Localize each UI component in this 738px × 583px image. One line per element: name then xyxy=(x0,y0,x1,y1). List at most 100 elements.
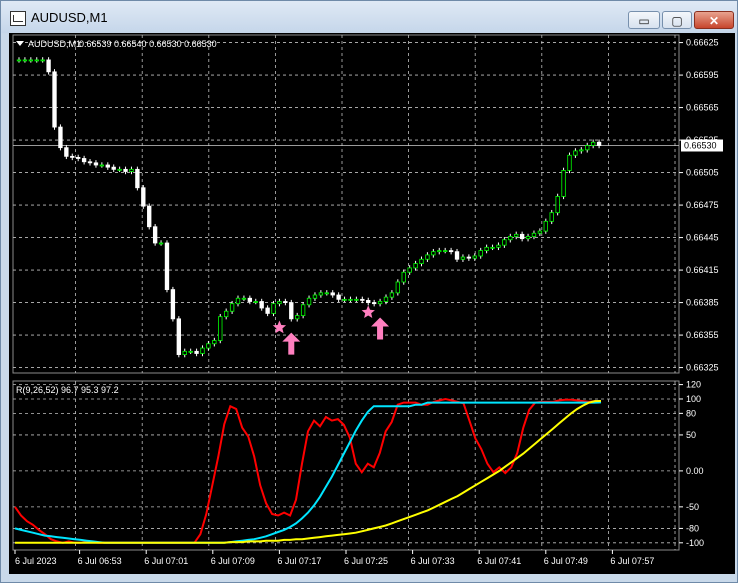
candle-body xyxy=(413,263,418,269)
candle-body xyxy=(401,271,406,283)
candle-body xyxy=(99,164,105,167)
title-bar[interactable]: AUDUSD,M1 ▭ ▢ ✕ xyxy=(1,1,737,33)
candle-body xyxy=(16,59,22,62)
indicator-tick-label: 0.00 xyxy=(686,466,704,476)
candle-body xyxy=(549,212,554,222)
candle-body xyxy=(395,281,401,294)
main-pane-frame xyxy=(12,34,680,374)
price-tick-label: 0.66475 xyxy=(686,200,719,210)
candle-body xyxy=(555,196,560,214)
candle-body xyxy=(460,256,466,260)
candle-body xyxy=(330,292,335,296)
candle-body xyxy=(289,302,294,320)
candle-body xyxy=(466,256,472,259)
candle-body xyxy=(265,307,270,314)
candle-body xyxy=(170,289,176,320)
time-tick-label: 6 Jul 07:17 xyxy=(277,556,321,566)
candle-body xyxy=(377,301,383,305)
candle-body xyxy=(93,162,99,166)
candle-body xyxy=(117,168,122,171)
candle-body xyxy=(212,340,217,345)
candle-body xyxy=(437,250,442,253)
chart-window-icon xyxy=(10,11,26,26)
candle-body xyxy=(158,242,164,245)
candle-body xyxy=(58,126,63,149)
current-price-label: 0.66530 xyxy=(684,141,717,151)
candle-body xyxy=(443,250,448,252)
time-tick-label: 6 Jul 2023 xyxy=(15,556,57,566)
candle-body xyxy=(585,145,590,151)
candle-body xyxy=(342,298,347,301)
candle-body xyxy=(306,297,312,306)
candle-body xyxy=(241,297,247,300)
time-tick-label: 6 Jul 07:01 xyxy=(144,556,188,566)
candle-body xyxy=(105,164,110,168)
price-tick-label: 0.66325 xyxy=(686,363,719,373)
candle-body xyxy=(111,166,116,170)
candle-body xyxy=(176,318,181,355)
price-tick-label: 0.66415 xyxy=(686,265,719,275)
candle-body xyxy=(46,59,51,73)
indicator-header: R(9,26,52) 96.7 95.3 97.2 xyxy=(16,385,119,395)
price-tick-label: 0.66385 xyxy=(686,298,719,308)
candle-body xyxy=(235,297,241,305)
candle-body xyxy=(34,59,39,62)
price-tick-label: 0.66445 xyxy=(686,233,719,243)
chart-area[interactable]: 0.666250.665950.665650.665350.665050.664… xyxy=(9,33,735,574)
candle-body xyxy=(354,298,359,301)
close-button[interactable]: ✕ xyxy=(694,11,734,29)
candle-body xyxy=(573,150,578,156)
candle-body xyxy=(425,254,430,260)
candle-body xyxy=(448,250,454,253)
candle-body xyxy=(596,141,602,146)
indicator-tick-label: 100 xyxy=(686,394,701,404)
candle-body xyxy=(28,59,34,62)
indicator-tick-label: -100 xyxy=(686,538,704,548)
candle-body xyxy=(371,302,377,305)
maximize-button[interactable]: ▢ xyxy=(662,11,692,29)
candle-body xyxy=(253,301,258,303)
candle-body xyxy=(407,267,412,273)
indicator-tick-label: 120 xyxy=(686,380,701,390)
buy-signal-arrow xyxy=(282,332,301,355)
candle-body xyxy=(147,205,152,228)
price-tick-label: 0.66595 xyxy=(686,70,719,80)
minimize-button[interactable]: ▭ xyxy=(628,11,660,29)
candle-body xyxy=(336,294,341,300)
candle-body xyxy=(324,292,329,295)
candle-body xyxy=(525,236,531,240)
time-tick-label: 6 Jul 06:53 xyxy=(78,556,122,566)
candle-body xyxy=(123,168,128,172)
candle-body xyxy=(419,258,424,264)
candle-body xyxy=(454,251,460,260)
candle-body xyxy=(318,292,324,296)
indicator-line-2 xyxy=(15,400,602,544)
time-tick-label: 6 Jul 07:41 xyxy=(477,556,521,566)
candle-body xyxy=(188,350,193,353)
candle-body xyxy=(490,246,495,249)
candle-body xyxy=(496,244,501,248)
candle-body xyxy=(543,220,548,232)
candle-body xyxy=(472,255,477,259)
time-tick-label: 6 Jul 07:33 xyxy=(411,556,455,566)
candle-body xyxy=(52,71,57,128)
indicator-tick-label: 80 xyxy=(686,408,696,418)
candle-body xyxy=(259,301,264,309)
price-header-symbol: AUDUSD,M1 xyxy=(28,39,81,49)
chart-canvas[interactable]: 0.666250.665950.665650.665350.665050.664… xyxy=(9,33,735,574)
buy-signal-star xyxy=(272,320,287,334)
candle-body xyxy=(206,343,211,349)
candle-body xyxy=(64,147,69,157)
price-header-ohlc: 0.66539 0.66540 0.66530 0.66530 xyxy=(79,39,217,49)
candle-body xyxy=(87,161,93,164)
candle-body xyxy=(561,170,566,197)
candle-body xyxy=(229,303,235,312)
candle-body xyxy=(567,154,572,171)
candle-body xyxy=(283,301,288,303)
candle-body xyxy=(277,301,282,305)
candle-body xyxy=(141,187,146,207)
candle-body xyxy=(135,168,140,189)
indicator-tick-label: 50 xyxy=(686,430,696,440)
candle-body xyxy=(271,303,276,314)
indicator-line-1 xyxy=(14,401,602,544)
